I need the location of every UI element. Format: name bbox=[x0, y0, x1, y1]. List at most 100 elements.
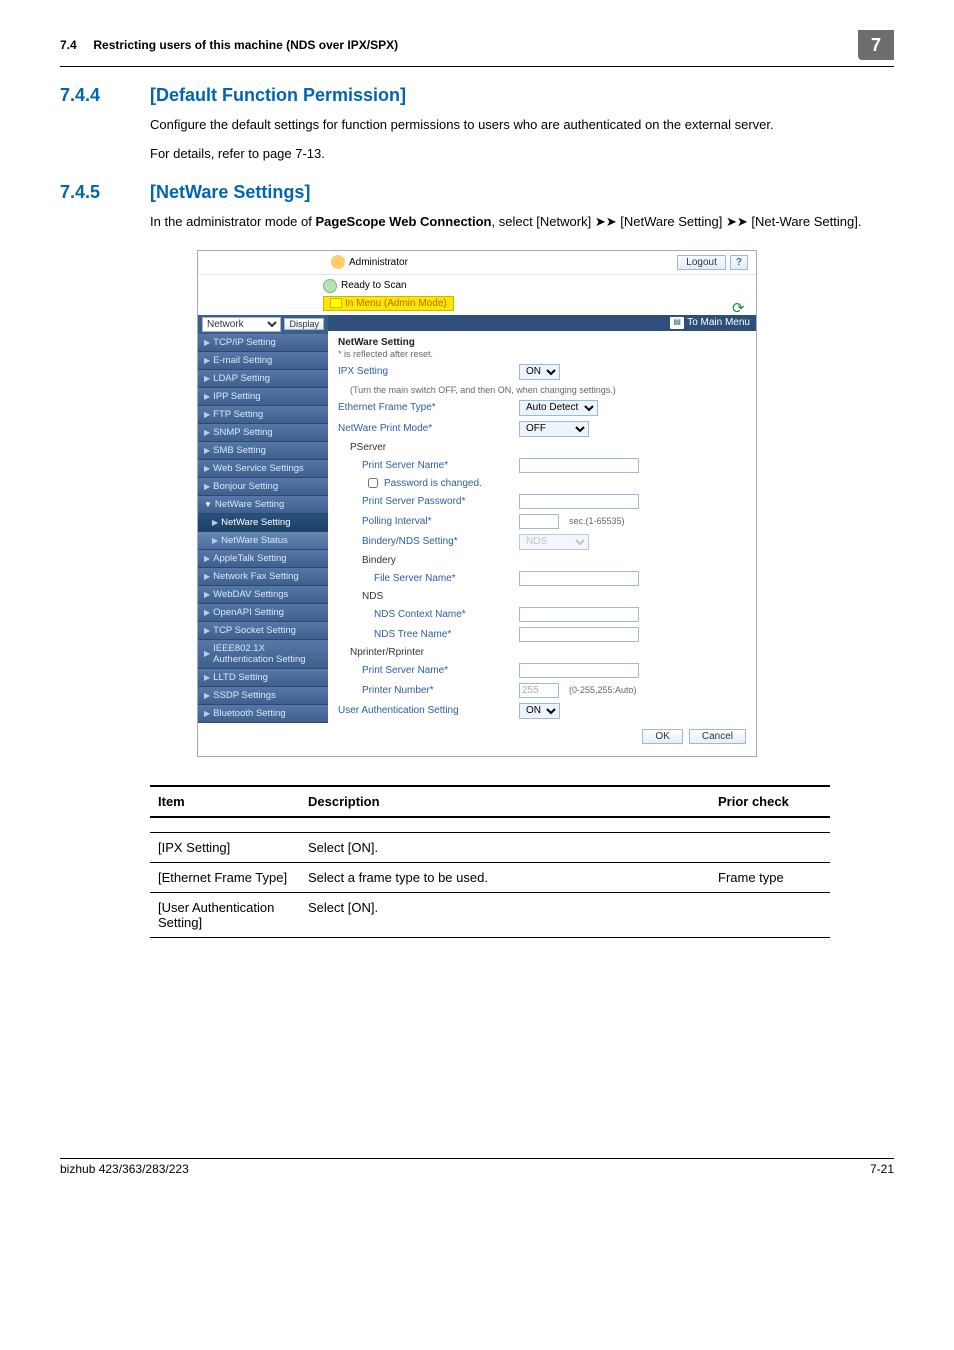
logout-button[interactable]: Logout bbox=[677, 255, 726, 270]
sidebar-item-label: Web Service Settings bbox=[213, 463, 304, 474]
polling-interval-label: Polling Interval* bbox=[338, 516, 513, 527]
sidebar-item-label: IPP Setting bbox=[213, 391, 260, 402]
chevron-down-icon: ▼ bbox=[204, 500, 212, 509]
file-server-name-input[interactable] bbox=[519, 571, 639, 586]
chevron-right-icon: ▶ bbox=[204, 410, 210, 419]
main-menu-icon: ▤ bbox=[670, 317, 684, 329]
sidebar-item[interactable]: ▶Bonjour Setting bbox=[198, 478, 328, 496]
print-server-name-label: Print Server Name* bbox=[338, 460, 513, 471]
page-footer: bizhub 423/363/283/223 7-21 bbox=[60, 1158, 894, 1176]
chevron-right-icon: ▶ bbox=[204, 673, 210, 682]
printer-number-label: Printer Number* bbox=[338, 685, 513, 696]
section-745: 7.4.5 [NetWare Settings] bbox=[60, 182, 894, 203]
admin-label: Administrator bbox=[349, 257, 408, 268]
nds-heading: NDS bbox=[338, 591, 513, 602]
sidebar-item[interactable]: ▶E-mail Setting bbox=[198, 352, 328, 370]
sidebar-item[interactable]: ▶OpenAPI Setting bbox=[198, 604, 328, 622]
sidebar-item-label: LDAP Setting bbox=[213, 373, 270, 384]
print-server-name-input[interactable] bbox=[519, 458, 639, 473]
sidebar-item[interactable]: ▶NetWare Setting bbox=[198, 514, 328, 532]
ipx-setting-select[interactable]: ON bbox=[519, 364, 560, 380]
ok-button[interactable]: OK bbox=[642, 729, 682, 744]
sidebar-item[interactable]: ▶LLTD Setting bbox=[198, 669, 328, 687]
sidebar-item[interactable]: ▶NetWare Status bbox=[198, 532, 328, 550]
user-auth-select[interactable]: ON bbox=[519, 703, 560, 719]
chevron-right-icon: ▶ bbox=[204, 428, 210, 437]
flag-icon bbox=[330, 298, 342, 308]
sidebar-item[interactable]: ▶Bluetooth Setting bbox=[198, 705, 328, 723]
sidebar-item[interactable]: ▶TCP Socket Setting bbox=[198, 622, 328, 640]
table-cell: [User Authentication Setting] bbox=[150, 892, 300, 937]
sidebar-item-label: Bluetooth Setting bbox=[213, 708, 285, 719]
screenshot: Administrator Logout ? Ready to Scan In … bbox=[197, 250, 757, 757]
sidebar-item-label: Network Fax Setting bbox=[213, 571, 299, 582]
print-server-password-input[interactable] bbox=[519, 494, 639, 509]
menu-mode-badge: In Menu (Admin Mode) bbox=[323, 296, 454, 311]
table-header: Prior check bbox=[710, 786, 830, 817]
ethernet-frame-select[interactable]: Auto Detect bbox=[519, 400, 598, 416]
help-button[interactable]: ? bbox=[730, 255, 748, 270]
table-cell bbox=[710, 892, 830, 937]
print-mode-label: NetWare Print Mode* bbox=[338, 423, 513, 434]
sidebar-item-label: LLTD Setting bbox=[213, 672, 268, 683]
sidebar-item[interactable]: ▶IEEE802.1X Authentication Setting bbox=[198, 640, 328, 669]
sidebar-item-label: WebDAV Settings bbox=[213, 589, 288, 600]
chevron-right-icon: ▶ bbox=[204, 374, 210, 383]
sidebar-item-label: NetWare Setting bbox=[215, 499, 284, 510]
pserver-heading: PServer bbox=[338, 442, 513, 453]
sidebar-item[interactable]: ▶Web Service Settings bbox=[198, 460, 328, 478]
display-button[interactable]: Display bbox=[284, 318, 324, 330]
sidebar-item[interactable]: ▼NetWare Setting bbox=[198, 496, 328, 514]
nds-context-label: NDS Context Name* bbox=[338, 609, 513, 620]
sidebar-item[interactable]: ▶SSDP Settings bbox=[198, 687, 328, 705]
ethernet-frame-label: Ethernet Frame Type* bbox=[338, 402, 513, 413]
bindery-heading: Bindery bbox=[338, 555, 513, 566]
table-header: Description bbox=[300, 786, 710, 817]
sidebar-item[interactable]: ▶Network Fax Setting bbox=[198, 568, 328, 586]
sidebar-item[interactable]: ▶AppleTalk Setting bbox=[198, 550, 328, 568]
sidebar-item[interactable]: ▶TCP/IP Setting bbox=[198, 334, 328, 352]
to-main-menu-link[interactable]: ▤To Main Menu bbox=[670, 317, 750, 329]
refresh-icon[interactable]: ⟳ bbox=[732, 299, 748, 315]
sidebar-item-label: AppleTalk Setting bbox=[213, 553, 286, 564]
bindery-nds-select: NDS bbox=[519, 534, 589, 550]
sidebar-item-label: TCP Socket Setting bbox=[213, 625, 296, 636]
section-744: 7.4.4 [Default Function Permission] bbox=[60, 85, 894, 106]
section-heading: [Default Function Permission] bbox=[150, 85, 406, 106]
table-cell: Select [ON]. bbox=[300, 892, 710, 937]
sidebar-item[interactable]: ▶LDAP Setting bbox=[198, 370, 328, 388]
password-changed-label: Password is changed. bbox=[384, 478, 482, 489]
polling-interval-input[interactable] bbox=[519, 514, 559, 529]
sidebar-item-label: SSDP Settings bbox=[213, 690, 276, 701]
category-select[interactable]: Network bbox=[202, 317, 281, 332]
sidebar-item[interactable]: ▶SMB Setting bbox=[198, 442, 328, 460]
sidebar-item[interactable]: ▶IPP Setting bbox=[198, 388, 328, 406]
sidebar-item[interactable]: ▶FTP Setting bbox=[198, 406, 328, 424]
table-row: [User Authentication Setting]Select [ON]… bbox=[150, 892, 830, 937]
chevron-right-icon: ▶ bbox=[204, 338, 210, 347]
chevron-right-icon: ▶ bbox=[204, 649, 210, 658]
switch-note: (Turn the main switch OFF, and then ON, … bbox=[338, 385, 616, 395]
chevron-right-icon: ▶ bbox=[204, 464, 210, 473]
sidebar-item-label: SNMP Setting bbox=[213, 427, 273, 438]
nprinter-heading: Nprinter/Rprinter bbox=[338, 647, 513, 658]
nds-tree-input[interactable] bbox=[519, 627, 639, 642]
arrow-icon: ➤➤ bbox=[595, 214, 617, 229]
header-rule bbox=[60, 66, 894, 67]
page-header: 7.4 Restricting users of this machine (N… bbox=[60, 30, 894, 60]
password-changed-checkbox[interactable] bbox=[368, 478, 378, 488]
chevron-right-icon: ▶ bbox=[204, 554, 210, 563]
chevron-right-icon: ▶ bbox=[204, 392, 210, 401]
sidebar-item[interactable]: ▶WebDAV Settings bbox=[198, 586, 328, 604]
print-mode-select[interactable]: OFF bbox=[519, 421, 589, 437]
panel-note: * is reflected after reset. bbox=[338, 349, 746, 359]
body-text: In the administrator mode of PageScope W… bbox=[150, 213, 894, 232]
cancel-button[interactable]: Cancel bbox=[689, 729, 746, 744]
sidebar-item-label: Bonjour Setting bbox=[213, 481, 278, 492]
sidebar-item[interactable]: ▶SNMP Setting bbox=[198, 424, 328, 442]
table-cell: [Ethernet Frame Type] bbox=[150, 862, 300, 892]
nds-context-input[interactable] bbox=[519, 607, 639, 622]
print-server-name2-input[interactable] bbox=[519, 663, 639, 678]
printer-number-input[interactable] bbox=[519, 683, 559, 698]
chevron-right-icon: ▶ bbox=[204, 691, 210, 700]
